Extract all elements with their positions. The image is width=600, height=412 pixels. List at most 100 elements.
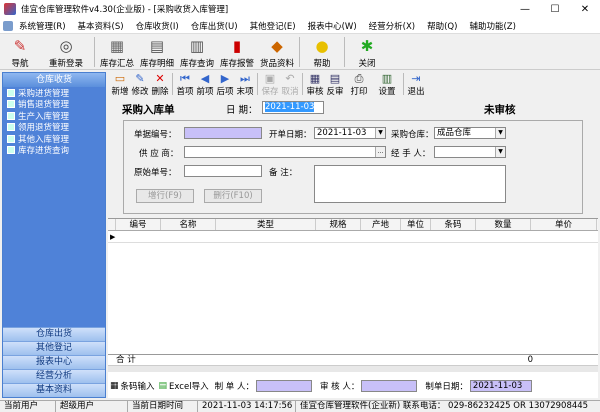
unaudit-button[interactable]: ▤ 反审 <box>325 72 345 97</box>
audit-button[interactable]: ▦ 审核 <box>305 72 325 97</box>
more-icon[interactable]: … <box>375 147 385 157</box>
edit-icon: ✎ <box>135 72 145 85</box>
cancel-button[interactable]: ↶ 取消 <box>280 72 300 97</box>
col-header[interactable]: 编号 <box>116 219 161 230</box>
menu-other-register[interactable]: 其他登记(E) <box>244 20 302 32</box>
sidebar: 仓库收货 采购进货管理 销售退货管理 生产入库管理 领用退货管理 其他入库管理 … <box>2 72 106 398</box>
orig-no-field[interactable] <box>184 165 262 177</box>
toolbar-stock-query-button[interactable]: ▥ 库存查询 <box>177 34 217 70</box>
relogin-icon: ◎ <box>59 37 73 55</box>
toolbar-separator <box>94 37 95 67</box>
last-button[interactable]: ⏭ 末项 <box>235 72 255 97</box>
prev-button[interactable]: ◀ 前项 <box>195 72 215 97</box>
sidebar-item-sales-return[interactable]: 销售退货管理 <box>3 99 105 110</box>
sidebar-item-stock-in-query[interactable]: 库存进货查询 <box>3 145 105 156</box>
menu-warehouse-receive[interactable]: 仓库收货(I) <box>130 20 185 32</box>
col-header[interactable]: 单价 <box>531 219 597 230</box>
sidebar-group-other[interactable]: 其他登记 <box>3 341 105 355</box>
table-row[interactable]: ▶ <box>108 232 598 243</box>
status-badge: 未审核 <box>484 104 516 116</box>
maximize-button[interactable]: ☐ <box>540 0 570 18</box>
chevron-down-icon[interactable]: ▼ <box>495 128 505 138</box>
toolbar-help-button[interactable]: ● 帮助 <box>302 34 342 70</box>
col-header[interactable]: 条码 <box>431 219 476 230</box>
menu-system[interactable]: 系统管理(R) <box>13 20 72 32</box>
minimize-button[interactable]: — <box>510 0 540 18</box>
first-icon: ⏮ <box>180 72 190 85</box>
sidebar-item-usage-return[interactable]: 领用退货管理 <box>3 122 105 133</box>
sidebar-item-purchase[interactable]: 采购进货管理 <box>3 87 105 99</box>
status-bar: 当前用户 超级用户 当前日期时间 2021-11-03 14:17:56 佳宜仓… <box>0 400 600 412</box>
settings-button[interactable]: ▥ 设置 <box>373 72 401 97</box>
toolbar-relogin-button[interactable]: ◎ 重新登录 <box>40 34 92 70</box>
status-contact: 佳宜仓库管理软件(企业新) 联系电话： 029-86232425 OR 1307… <box>300 401 589 411</box>
orig-no-label: 原始单号： <box>134 168 177 178</box>
col-header[interactable]: 单位 <box>401 219 431 230</box>
col-header[interactable]: 名称 <box>161 219 216 230</box>
toolbar-navigation-button[interactable]: ✎ 导航 <box>0 34 40 70</box>
new-button[interactable]: ▭ 新增 <box>110 72 130 97</box>
delete-row-button[interactable]: 删行(F10) <box>204 189 262 203</box>
excel-import-button[interactable]: Excel导入 <box>169 380 209 392</box>
open-date-field[interactable]: 2021-11-03 ▼ <box>314 127 386 139</box>
toolbar-stock-detail-button[interactable]: ▤ 库存明细 <box>137 34 177 70</box>
toolbar-stock-summary-button[interactable]: ▦ 库存汇总 <box>97 34 137 70</box>
col-header[interactable]: 数量 <box>476 219 531 230</box>
make-date-field[interactable]: 2021-11-03 <box>469 380 532 392</box>
chevron-down-icon[interactable]: ▼ <box>495 147 505 157</box>
sidebar-group-report[interactable]: 报表中心 <box>3 355 105 369</box>
sidebar-header[interactable]: 仓库收货 <box>3 73 105 87</box>
stock-query-icon: ▥ <box>189 37 205 55</box>
sidebar-group-analysis[interactable]: 经营分析 <box>3 369 105 383</box>
close-app-icon: ✱ <box>360 37 374 55</box>
grid-header: 编号 名称 类型 规格 产地 单位 条码 数量 单价 <box>108 219 598 231</box>
toolbar-goods-info-button[interactable]: ◆ 货品资料 <box>257 34 297 70</box>
toolbar-stock-alarm-button[interactable]: ▮ 库存报警 <box>217 34 257 70</box>
delete-icon: ✕ <box>155 72 165 85</box>
menu-report-center[interactable]: 报表中心(W) <box>302 20 363 32</box>
menu-aux-functions[interactable]: 辅助功能(Z) <box>463 20 521 32</box>
sidebar-group-ship[interactable]: 仓库出货 <box>3 327 105 341</box>
col-header[interactable]: 产地 <box>361 219 401 230</box>
handler-select[interactable]: ▼ <box>434 146 506 158</box>
delete-button[interactable]: ✕ 删除 <box>150 72 170 97</box>
sidebar-group-basic[interactable]: 基本资料 <box>3 383 105 397</box>
supplier-label: 供 应 商： <box>139 149 179 159</box>
next-button[interactable]: ▶ 后项 <box>215 72 235 97</box>
sidebar-item-other-in[interactable]: 其他入库管理 <box>3 133 105 145</box>
barcode-input-button[interactable]: 条码输入 <box>121 380 155 392</box>
remark-field[interactable] <box>314 165 506 203</box>
toolbar-close-button[interactable]: ✱ 关闭 <box>347 34 387 70</box>
col-header[interactable]: 规格 <box>316 219 361 230</box>
window-title: 佳宜仓库管理软件v4.30(企业版) - [采购收货入库管理] <box>21 5 229 15</box>
menu-help[interactable]: 帮助(Q) <box>421 20 463 32</box>
list-item-icon <box>7 111 15 120</box>
auditor-field[interactable] <box>361 380 418 392</box>
first-button[interactable]: ⏮ 首项 <box>175 72 195 97</box>
chevron-down-icon[interactable]: ▼ <box>375 128 385 138</box>
warehouse-select[interactable]: 成品仓库 ▼ <box>434 127 506 139</box>
save-button[interactable]: ▣ 保存 <box>260 72 280 97</box>
excel-icon: ▤ <box>158 381 168 391</box>
add-row-button[interactable]: 增行(F9) <box>136 189 194 203</box>
print-button[interactable]: ⎙ 打印 <box>345 72 373 97</box>
handler-label: 经 手 人： <box>391 149 431 159</box>
date-value: 2021-11-03 <box>265 102 315 112</box>
next-icon: ▶ <box>220 72 230 85</box>
menu-business-analysis[interactable]: 经营分析(X) <box>363 20 421 32</box>
exit-button[interactable]: ⇥ 退出 <box>406 72 426 97</box>
date-field[interactable]: 2021-11-03 <box>262 101 324 114</box>
horizontal-scrollbar[interactable] <box>108 365 598 372</box>
form-title: 采购入库单 <box>122 104 175 116</box>
menu-basic-info[interactable]: 基本资料(S) <box>72 20 130 32</box>
date-label: 日 期： <box>226 105 258 116</box>
bill-no-field[interactable] <box>184 127 262 139</box>
maker-field[interactable] <box>255 380 312 392</box>
last-icon: ⏭ <box>240 72 250 85</box>
close-window-button[interactable]: ✕ <box>570 0 600 18</box>
supplier-field[interactable]: … <box>184 146 386 158</box>
edit-button[interactable]: ✎ 修改 <box>130 72 150 97</box>
col-header[interactable]: 类型 <box>216 219 316 230</box>
menu-warehouse-ship[interactable]: 仓库出货(U) <box>185 20 244 32</box>
sidebar-item-production-in[interactable]: 生产入库管理 <box>3 110 105 122</box>
